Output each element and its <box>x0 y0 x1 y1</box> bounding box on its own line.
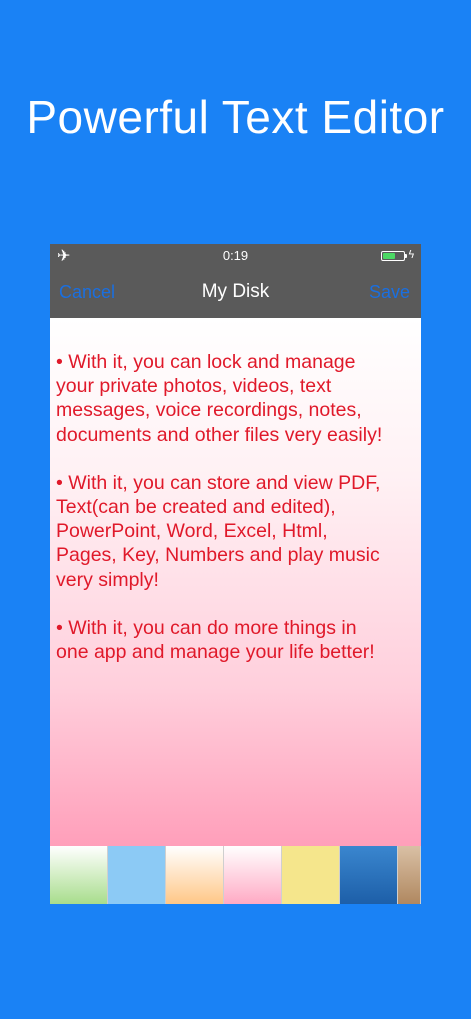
swatch-orange-gradient[interactable] <box>166 846 224 904</box>
phone-screen: ✈ 0:19 ϟ Cancel My Disk Save • With it, … <box>50 244 421 904</box>
headline: Powerful Text Editor <box>26 91 445 143</box>
editor-paragraph: • With it, you can lock and manage your … <box>56 351 383 446</box>
background-swatch-bar <box>50 846 421 904</box>
battery-level <box>383 253 395 259</box>
nav-title: My Disk <box>201 281 270 302</box>
swatch-green-gradient[interactable] <box>50 846 108 904</box>
battery-icon <box>381 251 407 261</box>
swatch-yellow[interactable] <box>282 846 340 904</box>
swatch-pink-gradient[interactable] <box>224 846 282 904</box>
charging-bolt-icon: ϟ <box>407 248 415 261</box>
text-editor[interactable]: • With it, you can lock and manage your … <box>50 318 421 846</box>
battery-nub <box>405 254 407 258</box>
swatch-light-blue[interactable] <box>108 846 166 904</box>
nav-bar: Cancel My Disk Save <box>50 268 421 318</box>
status-bar: ✈ 0:19 ϟ <box>50 244 421 268</box>
editor-paragraph: • With it, you can do more things in one… <box>56 616 375 664</box>
swatch-tan-gradient[interactable] <box>398 846 421 904</box>
editor-paragraph: • With it, you can store and view PDF, T… <box>56 471 381 591</box>
status-time: 0:19 <box>222 248 249 263</box>
swatch-blue-gradient[interactable] <box>340 846 398 904</box>
save-button[interactable]: Save <box>369 282 410 303</box>
